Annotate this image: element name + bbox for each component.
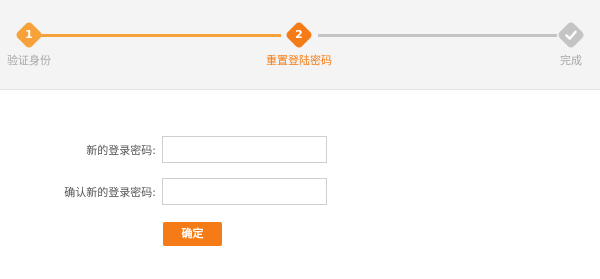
progress-line-remaining xyxy=(318,34,557,37)
step-2-number: 2 xyxy=(295,28,303,41)
confirm-button[interactable]: 确定 xyxy=(163,222,222,246)
progress-stepper: 1 验证身份 2 重置登陆密码 完成 xyxy=(0,0,600,90)
confirm-password-input[interactable] xyxy=(162,178,327,205)
confirm-password-label: 确认新的登录密码: xyxy=(64,186,156,199)
reset-password-page: 1 验证身份 2 重置登陆密码 完成 新的登录密码: 确认新的登录密码: 确定 xyxy=(0,0,600,279)
check-icon xyxy=(565,30,577,40)
step-2-label: 重置登陆密码 xyxy=(266,54,332,67)
progress-line-completed xyxy=(40,34,281,37)
new-password-input[interactable] xyxy=(162,136,327,163)
new-password-label: 新的登录密码: xyxy=(86,144,156,157)
new-password-row: 新的登录密码: xyxy=(0,136,600,163)
step-3-label: 完成 xyxy=(560,54,582,67)
confirm-password-row: 确认新的登录密码: xyxy=(0,178,600,205)
step-1-label: 验证身份 xyxy=(7,54,51,67)
step-1-number: 1 xyxy=(25,28,33,41)
